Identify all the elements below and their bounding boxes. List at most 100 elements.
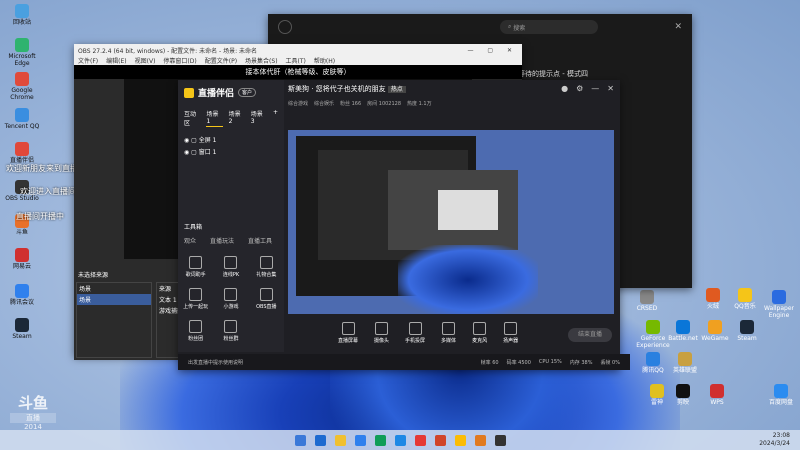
scenes-panel: 场景 场景 bbox=[76, 282, 152, 358]
desktop-icon[interactable]: 网易云 bbox=[0, 248, 44, 270]
tool-item[interactable]: 粉丝群 bbox=[213, 320, 248, 342]
window-controls[interactable]: — ▢ ✕ bbox=[467, 47, 518, 54]
desktop-icon[interactable]: 回收站 bbox=[0, 4, 44, 26]
scene-source-item[interactable]: ◉ ▢ 窗口 1 bbox=[184, 147, 278, 159]
obs-menu-item[interactable]: 停靠窗口(D) bbox=[163, 56, 196, 65]
status-stat: 帧率 60 bbox=[480, 359, 499, 366]
control-button[interactable]: 直播屏幕 bbox=[338, 322, 358, 344]
obs-menu-item[interactable]: 配置文件(P) bbox=[205, 56, 237, 65]
taskbar-app-icon[interactable] bbox=[394, 434, 406, 446]
desktop-icon[interactable]: 百度网盘 bbox=[764, 384, 798, 406]
search-input[interactable]: ⌕ 搜索 bbox=[500, 20, 598, 34]
tool-label: 粉丝群 bbox=[223, 336, 239, 342]
scene-item[interactable]: 场景 bbox=[77, 294, 151, 305]
obs-title: OBS 27.2.4 (64 bit, windows) - 配置文件: 未命名… bbox=[78, 47, 258, 55]
desktop-icon[interactable]: 火绒 bbox=[696, 288, 730, 310]
tool-grid: 歌词助手 连线PK 礼物合集上传一起玩 小游戏 OBS直播粉丝团 粉丝群 bbox=[178, 256, 284, 342]
status-stat: 码率 4500 bbox=[506, 359, 531, 366]
status-stat: CPU 15% bbox=[538, 358, 562, 365]
taskbar-app-icon[interactable] bbox=[294, 434, 306, 446]
go-live-button[interactable]: 结束直播 bbox=[568, 328, 612, 342]
scene-tab[interactable]: 互动区 bbox=[184, 109, 200, 127]
desktop-icon[interactable]: Steam bbox=[0, 318, 44, 340]
desktop-icon[interactable]: CRSED bbox=[630, 290, 664, 312]
taskbar-app-icon[interactable] bbox=[494, 434, 506, 446]
tool-icon bbox=[259, 256, 273, 269]
scene-source-item[interactable]: ◉ ▢ 全屏 1 bbox=[184, 135, 278, 147]
close-icon[interactable]: ✕ bbox=[607, 84, 614, 93]
control-button[interactable]: 手机投屏 bbox=[405, 322, 425, 344]
douyu-watermark: 斗鱼 直播 2014 bbox=[10, 392, 56, 431]
taskbar-app-icon[interactable] bbox=[354, 434, 366, 446]
app-icon bbox=[676, 320, 690, 334]
taskbar-app-icon[interactable] bbox=[334, 434, 346, 446]
settings-icon[interactable]: ⚙ bbox=[576, 84, 583, 93]
app-icon bbox=[710, 384, 724, 398]
app-icon bbox=[740, 320, 754, 334]
taskbar-app-icon[interactable] bbox=[454, 434, 466, 446]
taskbar-app-icon[interactable] bbox=[474, 434, 486, 446]
desktop-icon[interactable]: Google Chrome bbox=[0, 72, 44, 101]
add-scene-icon[interactable]: + bbox=[273, 109, 278, 127]
zhibo-logo-icon bbox=[184, 87, 194, 98]
scene-tab[interactable]: 场景 2 bbox=[229, 109, 245, 127]
desktop-icon-label: 剪映 bbox=[676, 399, 689, 406]
taskbar-app-icon[interactable] bbox=[314, 434, 326, 446]
taskbar-app-icon[interactable] bbox=[374, 434, 386, 446]
obs-menu-item[interactable]: 视图(V) bbox=[135, 56, 156, 65]
tool-item[interactable]: OBS直播 bbox=[249, 288, 284, 310]
taskbar-app-icon[interactable] bbox=[414, 434, 426, 446]
minimize-icon[interactable]: — bbox=[591, 84, 599, 93]
bottom-controls: 直播屏幕 摄像头 手机投屏 多媒体 麦克风 扬声器 bbox=[338, 322, 518, 344]
clock-date: 2024/3/24 bbox=[759, 440, 790, 447]
control-button[interactable]: 摄像头 bbox=[374, 322, 389, 344]
tool-tab[interactable]: 直播工具 bbox=[248, 236, 272, 245]
desktop-icon[interactable]: WPS bbox=[700, 384, 734, 406]
control-button[interactable]: 扬声器 bbox=[503, 322, 518, 344]
desktop-icon[interactable]: 英雄联盟 bbox=[668, 352, 702, 374]
room-stats: 综合游戏 综合娱乐 粉丝 166 房间 1002128 热度 1.1万 bbox=[288, 100, 614, 107]
desktop-icon-label: CRSED bbox=[636, 305, 658, 312]
tool-item[interactable]: 礼物合集 bbox=[249, 256, 284, 278]
obs-menu-item[interactable]: 工具(T) bbox=[286, 56, 306, 65]
desktop-icon[interactable]: Tencent QQ bbox=[0, 108, 44, 130]
control-button[interactable]: 麦克风 bbox=[472, 322, 487, 344]
overlay-line: 直播间开播中 bbox=[16, 212, 64, 221]
desktop-icon-label: WPS bbox=[710, 399, 724, 406]
clock[interactable]: 23:08 2024/3/24 bbox=[759, 432, 790, 448]
obs-menu-item[interactable]: 场景集合(S) bbox=[245, 56, 278, 65]
desktop-icon[interactable]: 剪映 bbox=[666, 384, 700, 406]
scene-tab[interactable]: 场景 3 bbox=[251, 109, 267, 127]
obs-menu-item[interactable]: 帮助(H) bbox=[314, 56, 335, 65]
scene-tab[interactable]: 场景 1 bbox=[206, 109, 223, 127]
desktop-icon[interactable]: 腾讯会议 bbox=[0, 284, 44, 306]
status-stat: 丢帧 0% bbox=[600, 359, 620, 366]
desktop-icon[interactable]: QQ音乐 bbox=[728, 288, 762, 310]
desktop-icon[interactable]: WeGame bbox=[698, 320, 732, 342]
desktop-icon[interactable]: Microsoft Edge bbox=[0, 38, 44, 67]
control-button[interactable]: 多媒体 bbox=[441, 322, 456, 344]
desktop-icon[interactable]: Steam bbox=[730, 320, 764, 342]
back-icon[interactable] bbox=[278, 20, 292, 34]
desktop-icon[interactable]: 直播伴侣 bbox=[0, 142, 44, 164]
avatar[interactable]: ● bbox=[561, 84, 568, 93]
tool-icon bbox=[224, 288, 238, 301]
desktop-icon[interactable]: 腾讯QQ bbox=[636, 352, 670, 374]
tool-item[interactable]: 粉丝团 bbox=[178, 320, 213, 342]
desktop-icon[interactable]: GeForce Experience bbox=[636, 320, 670, 349]
desktop-icon[interactable]: Battle.net bbox=[666, 320, 700, 342]
tool-item[interactable]: 连线PK bbox=[213, 256, 248, 278]
close-icon[interactable]: ✕ bbox=[674, 22, 682, 32]
tool-tab[interactable]: 观众 bbox=[184, 236, 196, 245]
tool-tab[interactable]: 直播玩法 bbox=[210, 236, 234, 245]
room-title-text: 斯美狗 · 您将代子也关机的朋友 bbox=[288, 85, 386, 93]
tool-item[interactable]: 小游戏 bbox=[213, 288, 248, 310]
obs-menu-item[interactable]: 编辑(E) bbox=[106, 56, 126, 65]
obs-menu-item[interactable]: 文件(F) bbox=[78, 56, 98, 65]
tool-item[interactable]: 上传一起玩 bbox=[178, 288, 213, 310]
tool-item[interactable]: 歌词助手 bbox=[178, 256, 213, 278]
desktop-icon-label: Steam bbox=[12, 333, 32, 340]
taskbar-app-icon[interactable] bbox=[434, 434, 446, 446]
desktop-icon[interactable]: Wallpaper Engine bbox=[762, 290, 796, 319]
watermark-brand: 斗鱼 bbox=[17, 394, 48, 412]
